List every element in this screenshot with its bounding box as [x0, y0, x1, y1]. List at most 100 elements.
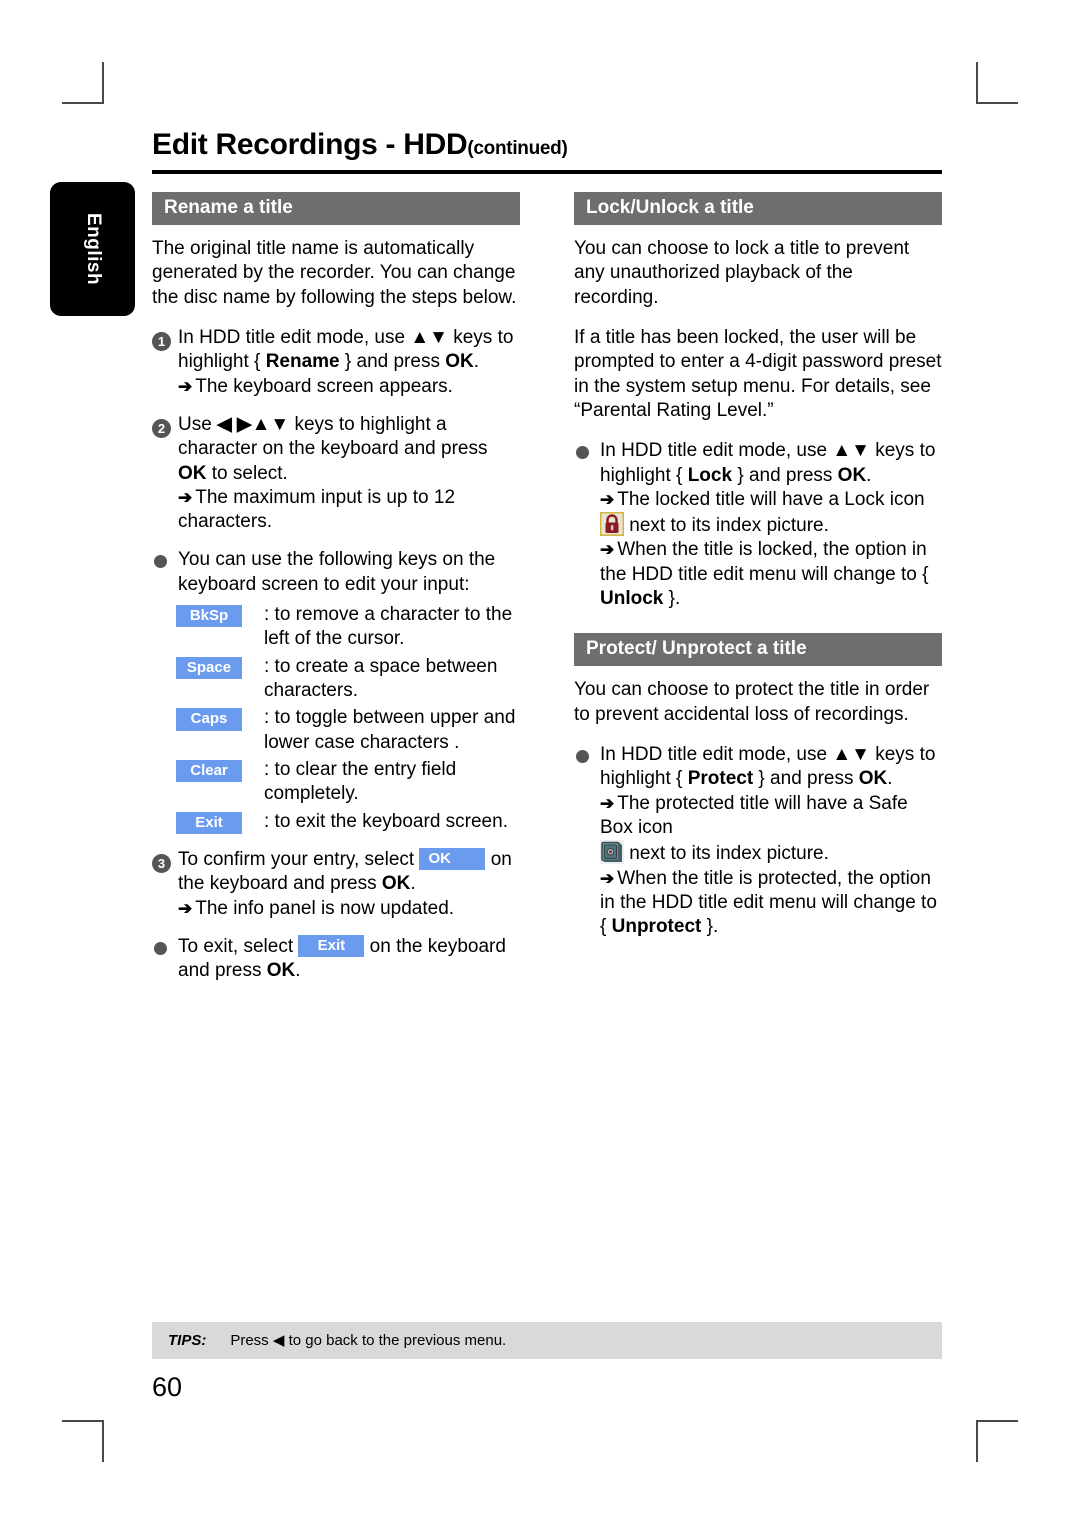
keyboard-keys-bullet: You can use the following keys on the ke… [152, 548, 520, 597]
protect-text-a: In HDD title edit mode, use [600, 744, 833, 765]
step-3-content: To confirm your entry, select OK on the … [178, 847, 520, 921]
bullet-dot-icon [576, 446, 589, 460]
page-title-main: Edit Recordings - HDD [152, 128, 468, 161]
lock-paragraph-1: You can choose to lock a title to preven… [574, 238, 910, 308]
bullet-marker [152, 548, 178, 597]
rename-intro-paragraph: The original title name is automatically… [152, 238, 517, 308]
keys-intro-text: You can use the following keys on the ke… [178, 549, 496, 595]
protect-result-1-text-a: The protected title will have a Safe Box… [600, 792, 908, 838]
section-header-rename: Rename a title [152, 192, 520, 225]
lock-result-1-text-a: The locked title will have a Lock icon [617, 488, 925, 510]
result-arrow-icon: ➔ [178, 487, 193, 507]
key-chip-exit-inline[interactable]: Exit [298, 934, 365, 958]
key-chip-cell: Caps [176, 706, 264, 755]
crop-mark-top-left [62, 62, 104, 104]
rename-step-1: 1 In HDD title edit mode, use ▲▼ keys to… [152, 326, 520, 399]
step1-text-a: In HDD title edit mode, use [178, 326, 411, 348]
step1-arrow-keys: ▲▼ [410, 326, 448, 348]
protect-text-c: } and press [753, 768, 859, 790]
step-2-content: Use ◀ ▶▲▼ keys to highlight a character … [178, 413, 520, 535]
rename-step-3: 3 To confirm your entry, select OK on th… [152, 847, 520, 921]
lock-bullet-content: In HDD title edit mode, use ▲▼ keys to h… [599, 439, 942, 611]
key-chip-bksp[interactable]: BkSp [176, 605, 242, 628]
step3-text-c: . [410, 873, 416, 895]
page-number: 60 [152, 1372, 183, 1402]
key-description: : to clear the entry field completely. [264, 758, 457, 805]
key-legend-row: Exit : to exit the keyboard screen. [176, 810, 520, 836]
step-number-1: 1 [152, 331, 171, 351]
key-chip-cell: Space [176, 655, 264, 704]
step2-arrow-keys: ◀ ▶▲▼ [217, 413, 290, 435]
key-chip-cell: Clear [176, 758, 264, 807]
crop-mark-bottom-right [976, 1420, 1018, 1462]
language-tab: English [50, 182, 135, 316]
key-description: : to create a space between characters. [264, 655, 498, 701]
step-1-result: ➔ The keyboard screen appears. [178, 375, 520, 399]
lock-icon [599, 511, 625, 537]
crop-mark-top-right [976, 62, 1018, 104]
keys-intro-content: You can use the following keys on the ke… [178, 548, 520, 597]
bullet-dot-icon [576, 750, 589, 763]
tips-label: TIPS: [168, 1332, 207, 1349]
step-3-result: ➔ The info panel is now updated. [178, 897, 520, 921]
lock-result-2-text-a: When the title is locked, the option in … [600, 539, 929, 585]
lock-text-d: . [866, 464, 872, 486]
left-arrow-icon: ◀ [272, 1332, 285, 1349]
key-chip-clear[interactable]: Clear [176, 759, 242, 783]
step1-text-d: . [473, 351, 480, 373]
exit-keyboard-bullet: To exit, select Exit on the keyboard and… [152, 934, 520, 984]
lock-ok-label: OK [837, 464, 867, 486]
key-description: : to toggle between upper and lower case… [264, 707, 516, 753]
unprotect-label: Unprotect [611, 916, 702, 938]
left-column: Rename a title The original title name i… [152, 192, 520, 997]
exit-bullet-content: To exit, select Exit on the keyboard and… [178, 934, 520, 984]
lock-instruction-bullet: In HDD title edit mode, use ▲▼ keys to h… [574, 439, 942, 611]
result-arrow-icon: ➔ [178, 898, 193, 918]
protect-paragraph-1: You can choose to protect the title in o… [574, 679, 930, 725]
key-legend-row: BkSp : to remove a character to the left… [176, 603, 520, 652]
step2-text-c: to select. [206, 462, 288, 484]
step2-result-text: The maximum input is up to 12 characters… [178, 486, 456, 533]
lock-result-1-text-b: next to its index picture. [624, 515, 829, 537]
step-number-3: 3 [152, 853, 171, 873]
exit-ok-label: OK [266, 960, 296, 982]
lock-result-1: ➔ The locked title will have a Lock icon … [599, 488, 942, 539]
protect-text-d: . [887, 768, 893, 790]
language-tab-label: English [82, 212, 104, 286]
section-header-protect-unprotect: Protect/ Unprotect a title [574, 633, 942, 667]
bullet-marker [574, 743, 600, 940]
key-chip-cell: Exit [176, 810, 264, 836]
page-content: Edit Recordings - HDD(continued) Rename … [152, 128, 942, 997]
step-number-marker: 3 [152, 848, 178, 921]
title-divider [152, 170, 942, 174]
key-chip-space[interactable]: Space [176, 656, 242, 679]
step1-ok-label: OK [445, 351, 474, 373]
step1-text-c: } and press [339, 351, 446, 373]
key-chip-caps[interactable]: Caps [176, 708, 242, 731]
result-arrow-icon: ➔ [600, 868, 615, 888]
page-title-continued: (continued) [467, 138, 568, 159]
rename-step-2: 2 Use ◀ ▶▲▼ keys to highlight a characte… [152, 413, 520, 535]
safe-box-icon [600, 840, 624, 865]
step-number-marker: 2 [152, 413, 178, 535]
key-legend-row: Caps : to toggle between upper and lower… [176, 706, 520, 755]
key-chip-exit[interactable]: Exit [176, 811, 242, 834]
protect-result-2-text-b: }. [701, 916, 719, 938]
protect-result-1: ➔ The protected title will have a Safe Bo… [600, 792, 942, 867]
step-1-content: In HDD title edit mode, use ▲▼ keys to h… [178, 326, 520, 399]
lock-paragraph-2: If a title has been locked, the user wil… [574, 326, 942, 421]
step2-ok-label: OK [178, 462, 207, 484]
step3-result-text: The info panel is now updated. [195, 897, 455, 919]
step1-result-text: The keyboard screen appears. [195, 375, 453, 397]
key-description: : to exit the keyboard screen. [264, 810, 508, 832]
exit-text-c: . [295, 960, 301, 982]
crop-mark-bottom-left [62, 1420, 104, 1462]
lock-text-c: } and press [732, 464, 838, 486]
key-chip-ok[interactable]: OK [419, 847, 486, 871]
step2-text-a: Use [178, 413, 218, 435]
keyboard-key-legend-list: BkSp : to remove a character to the left… [176, 603, 520, 836]
result-arrow-icon: ➔ [600, 489, 615, 509]
key-legend-row: Space : to create a space between charac… [176, 655, 520, 704]
step1-rename-label: Rename [265, 351, 340, 373]
key-chip-cell: BkSp [176, 603, 264, 652]
